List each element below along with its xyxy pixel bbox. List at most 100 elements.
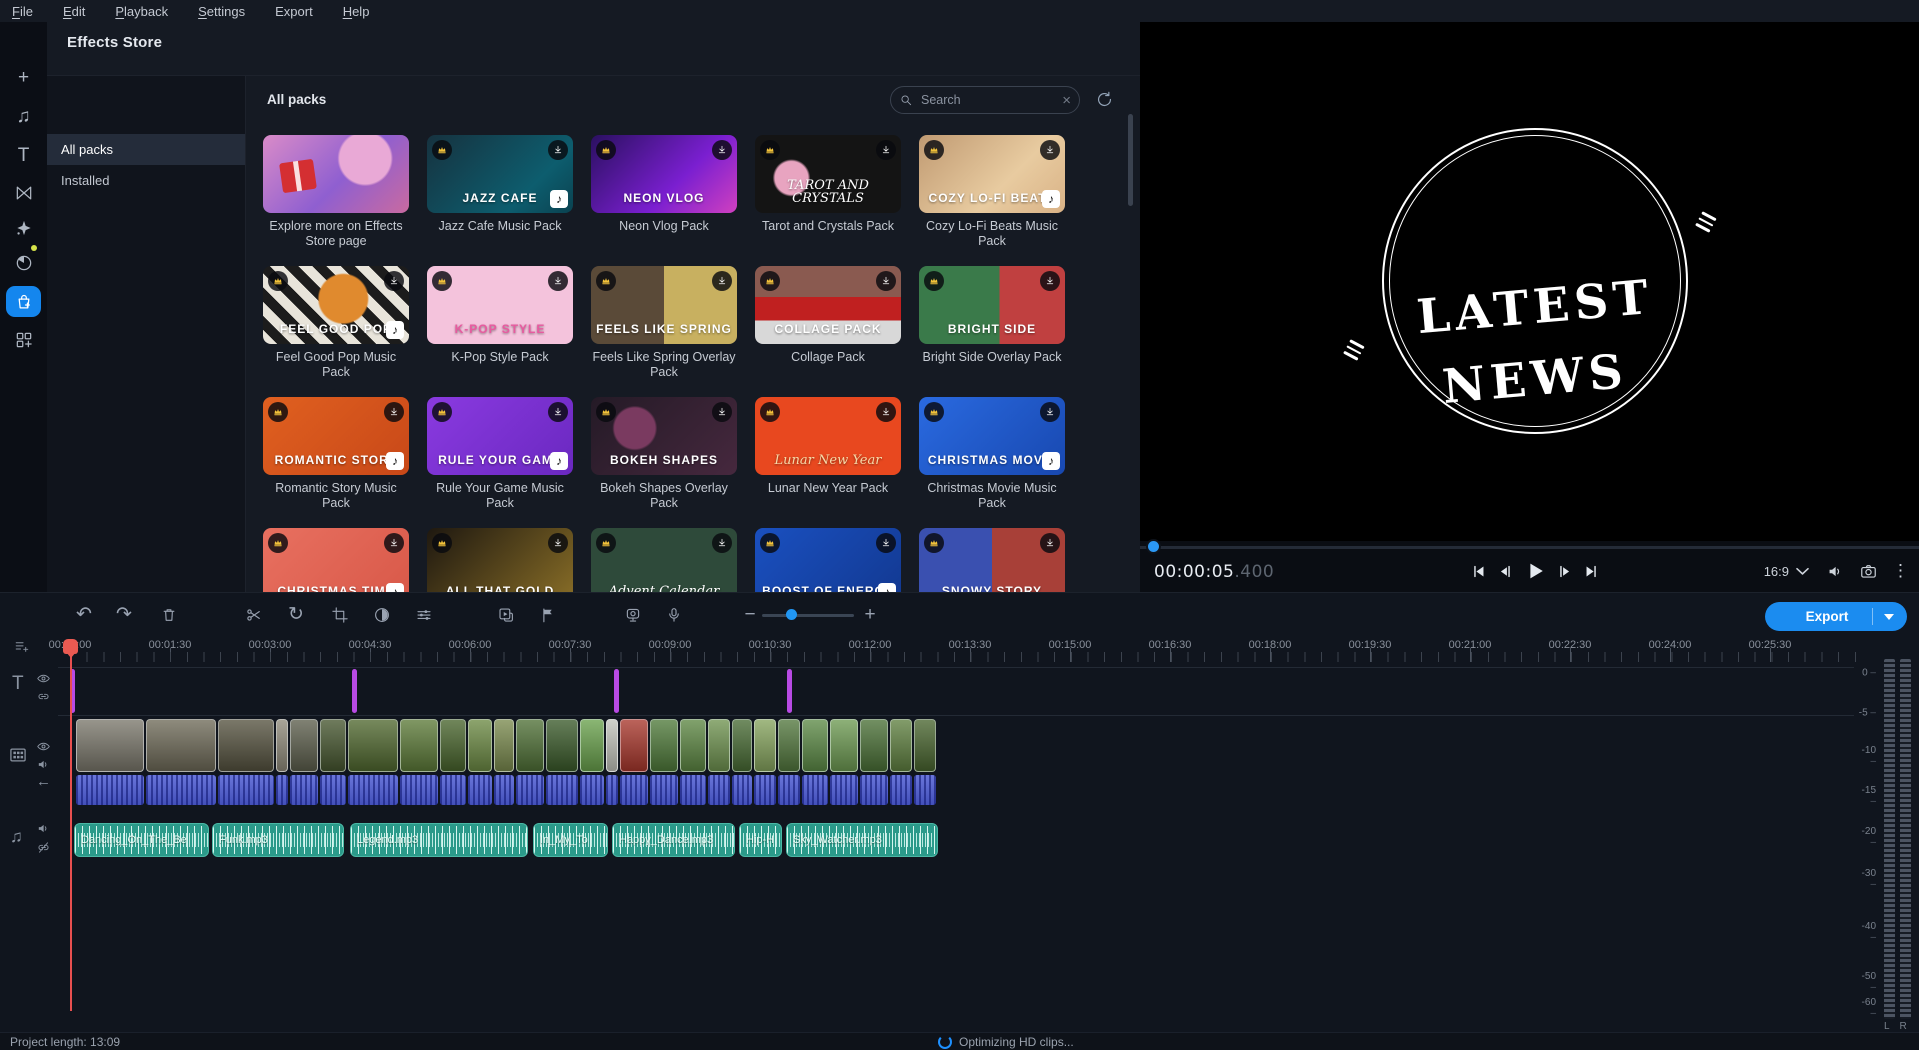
download-icon[interactable] (712, 402, 732, 422)
play-icon[interactable] (1524, 560, 1546, 582)
webcam-icon[interactable] (621, 603, 645, 627)
pack-tile[interactable]: Explore more on Effects Store page (263, 135, 409, 249)
download-icon[interactable] (876, 533, 896, 553)
menu-item-edit[interactable]: Edit (63, 4, 85, 19)
search-input[interactable] (919, 92, 1056, 108)
video-clip[interactable] (914, 719, 936, 772)
download-icon[interactable] (876, 271, 896, 291)
pack-tile[interactable]: RULE YOUR GAME♪Rule Your Game Music Pack (427, 397, 573, 511)
nav-item-installed[interactable]: Installed (47, 165, 245, 196)
menu-item-file[interactable]: File (12, 4, 33, 19)
pack-tile[interactable]: NEON VLOGNeon Vlog Pack (591, 135, 737, 234)
rotate-icon[interactable]: ↻ (284, 603, 308, 627)
store-scrollbar[interactable] (1128, 114, 1133, 206)
pack-tile[interactable]: CHRISTMAS MOVIE♪Christmas Movie Music Pa… (919, 397, 1065, 511)
menu-item-help[interactable]: Help (343, 4, 370, 19)
video-clip[interactable] (218, 719, 274, 772)
title-clip[interactable] (614, 669, 619, 713)
menu-item-settings[interactable]: Settings (198, 4, 245, 19)
video-clip[interactable] (348, 719, 398, 772)
audio-clip[interactable]: Legend.mp3 (350, 823, 528, 857)
playhead[interactable] (70, 641, 72, 1011)
pack-tile[interactable]: BRIGHT SIDEBright Side Overlay Pack (919, 266, 1065, 365)
download-icon[interactable] (1040, 271, 1060, 291)
video-clip[interactable] (620, 719, 648, 772)
sidebar-effects-icon[interactable] (0, 212, 47, 244)
video-audio-waveform[interactable] (546, 775, 578, 805)
audio-clip[interactable]: In_My_To (533, 823, 608, 857)
video-track-visibility-icon[interactable] (36, 739, 51, 754)
video-audio-waveform[interactable] (580, 775, 604, 805)
download-icon[interactable] (712, 271, 732, 291)
video-clip[interactable] (778, 719, 800, 772)
snapshot-icon[interactable] (1859, 562, 1878, 581)
skip-end-icon[interactable] (1583, 563, 1600, 580)
audio-clip[interactable]: Funk.mp3 (212, 823, 344, 857)
pack-tile[interactable]: CHRISTMAS TIME♪ (263, 528, 409, 593)
step-fwd-icon[interactable] (1556, 563, 1573, 580)
mic-icon[interactable] (662, 603, 686, 627)
pack-tile[interactable]: BOKEH SHAPESBokeh Shapes Overlay Pack (591, 397, 737, 511)
video-clip[interactable] (830, 719, 858, 772)
audio-clip[interactable]: Hip-H (739, 823, 782, 857)
video-clip[interactable] (732, 719, 752, 772)
video-audio-waveform[interactable] (754, 775, 776, 805)
video-clip[interactable] (494, 719, 514, 772)
video-clip[interactable] (860, 719, 888, 772)
audio-track-unlink-icon[interactable] (36, 840, 51, 855)
video-audio-waveform[interactable] (348, 775, 398, 805)
video-audio-waveform[interactable] (516, 775, 544, 805)
sidebar-store-icon[interactable] (6, 286, 41, 317)
video-clip[interactable] (146, 719, 216, 772)
sidebar-add-media-icon[interactable]: + (0, 62, 47, 94)
pack-tile[interactable]: SNOWY STORY (919, 528, 1065, 593)
export-button[interactable]: Export (1765, 602, 1907, 631)
video-audio-waveform[interactable] (218, 775, 274, 805)
video-audio-waveform[interactable] (802, 775, 828, 805)
pack-tile[interactable]: BOOST OF ENERGY♪ (755, 528, 901, 593)
video-audio-waveform[interactable] (708, 775, 730, 805)
zoom-out-icon[interactable]: − (738, 603, 762, 627)
video-audio-waveform[interactable] (290, 775, 318, 805)
playhead-handle[interactable] (63, 639, 78, 654)
video-audio-waveform[interactable] (146, 775, 216, 805)
menu-item-export[interactable]: Export (275, 4, 313, 19)
title-clip[interactable] (352, 669, 357, 713)
video-audio-waveform[interactable] (914, 775, 936, 805)
download-icon[interactable] (548, 140, 568, 160)
refresh-icon[interactable] (1093, 88, 1115, 110)
flag-icon[interactable] (536, 603, 560, 627)
video-audio-waveform[interactable] (440, 775, 466, 805)
undo-icon[interactable]: ↶ (72, 603, 96, 627)
audio-clip[interactable]: Dancing_On_The_Be (74, 823, 209, 857)
pack-tile[interactable]: COLLAGE PACKCollage Pack (755, 266, 901, 365)
sidebar-titles-icon[interactable]: T (0, 140, 47, 172)
contrast-icon[interactable] (370, 603, 394, 627)
video-clip[interactable] (516, 719, 544, 772)
sidebar-apps-icon[interactable] (0, 324, 47, 356)
download-icon[interactable] (712, 533, 732, 553)
video-clip[interactable] (290, 719, 318, 772)
video-audio-waveform[interactable] (830, 775, 858, 805)
trash-icon[interactable] (157, 603, 181, 627)
download-icon[interactable] (384, 271, 404, 291)
pack-tile[interactable]: JAZZ CAFE♪Jazz Cafe Music Pack (427, 135, 573, 234)
step-back-icon[interactable] (1497, 563, 1514, 580)
scissors-icon[interactable] (242, 603, 266, 627)
video-audio-waveform[interactable] (606, 775, 618, 805)
video-clip[interactable] (606, 719, 618, 772)
aspect-ratio-select[interactable]: 16:9 (1764, 562, 1812, 581)
pack-tile[interactable]: ROMANTIC STORY♪Romantic Story Music Pack (263, 397, 409, 511)
video-clip[interactable] (802, 719, 828, 772)
video-clip[interactable] (680, 719, 706, 772)
audio-clip[interactable]: Sky_Watcher.mp3 (786, 823, 938, 857)
video-audio-waveform[interactable] (860, 775, 888, 805)
video-clip[interactable] (580, 719, 604, 772)
skip-start-icon[interactable] (1470, 563, 1487, 580)
overlay-icon[interactable] (494, 603, 518, 627)
video-audio-waveform[interactable] (320, 775, 346, 805)
download-icon[interactable] (1040, 402, 1060, 422)
menu-item-playback[interactable]: Playback (115, 4, 168, 19)
video-audio-waveform[interactable] (680, 775, 706, 805)
download-icon[interactable] (384, 533, 404, 553)
